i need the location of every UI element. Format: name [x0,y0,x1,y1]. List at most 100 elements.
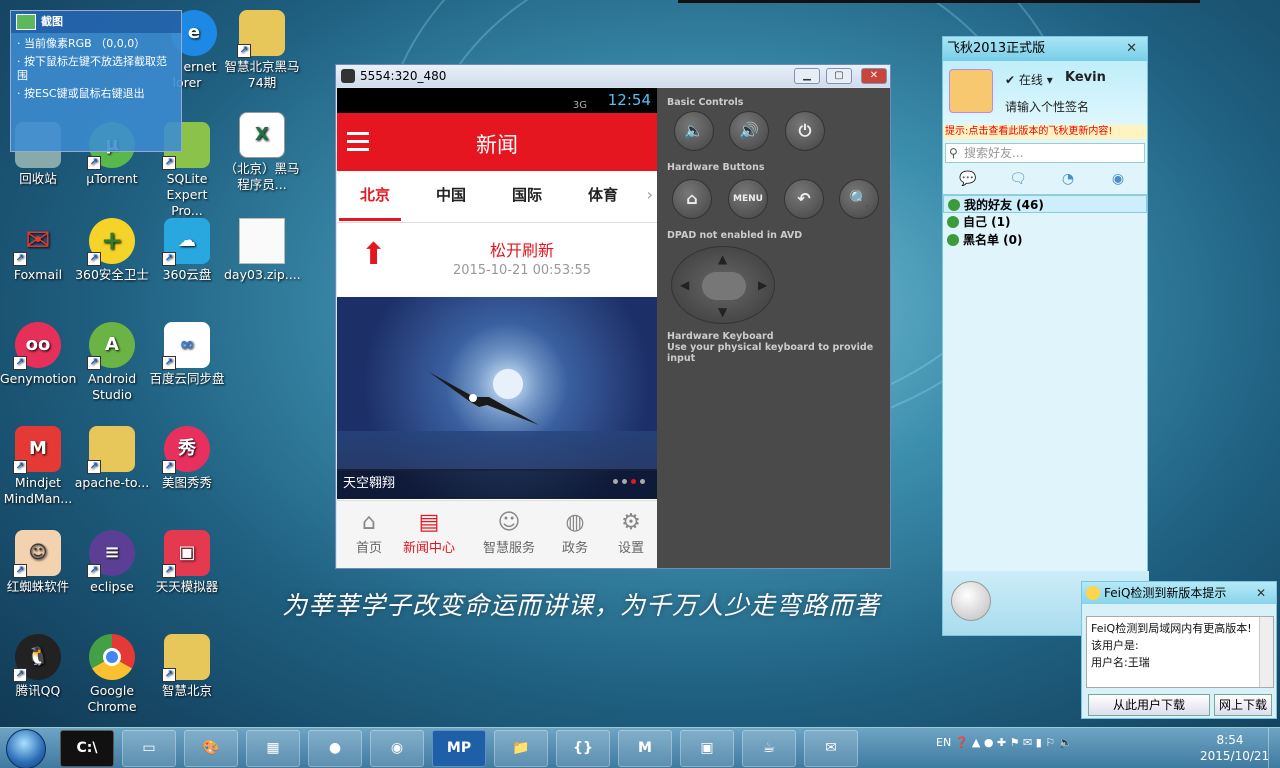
desktop-icon-baidu-sync[interactable]: ∞ ↗ 百度云同步盘 [149,322,225,387]
nav-smart-service[interactable]: ☺ 智慧服务 [477,509,541,556]
desktop-icon-meitu[interactable]: 秀 ↗ 美图秀秀 [149,426,225,491]
feiq-search-input[interactable]: ⚲ 搜索好友... [945,143,1145,163]
language-indicator[interactable]: EN [936,736,951,749]
nav-government[interactable]: ◍ 政务 [543,509,607,556]
taskbar-calculator[interactable]: ▦ [246,730,300,767]
desktop-icon-genymotion[interactable]: oo ↗ Genymotion [0,322,76,387]
taskbar-paint[interactable]: 🎨 [184,730,238,767]
tab-beijing[interactable]: 北京 [337,184,413,205]
desktop-icon-heima74[interactable]: ↗ 智慧北京黑马74期 [224,10,300,91]
desktop-icon-360-cloud[interactable]: ☁ ↗ 360云盘 [149,218,225,283]
search-hardware-button[interactable]: 🔍 [839,179,879,219]
shortcut-arrow-icon: ↗ [87,460,101,474]
desktop-icon-apache-tomcat[interactable]: ↗ apache-to... [74,426,150,491]
taskbar-android[interactable]: ▣ [680,730,734,767]
dpad-center[interactable] [702,272,746,300]
tab-international[interactable]: 国际 [489,184,565,205]
taskbar-red-app[interactable]: ● [308,730,362,767]
close-icon[interactable]: ✕ [1256,582,1266,604]
chevron-right-icon[interactable]: › [647,185,653,204]
desktop-icon-mindjet[interactable]: M ↗ Mindjet MindMan... [0,426,76,507]
desktop-icon-chrome[interactable]: Google Chrome [74,634,150,715]
taskbar-mp[interactable]: MP [432,730,486,767]
power-button[interactable]: ⏻ [785,111,825,151]
nav-settings[interactable]: ⚙ 设置 [599,509,657,556]
feiq-main-menu-icon[interactable] [951,581,991,621]
desktop-icon-eclipse[interactable]: ≡ ↗ eclipse [74,530,150,595]
shortcut-arrow-icon: ↗ [87,252,101,266]
desktop-icon-qq[interactable]: 🐧 ↗ 腾讯QQ [0,634,76,699]
tab-china[interactable]: 中国 [413,184,489,205]
tab-network-icon[interactable]: ◉ [1093,171,1143,187]
instruction-exit: · 按ESC键或鼠标右键退出 [17,87,145,100]
taskbar-mindjet[interactable]: M [618,730,672,767]
popup-scrollbar[interactable] [1259,617,1273,687]
desktop-icon-red-spider[interactable]: ☺ ↗ 红蜘蛛软件 [0,530,76,595]
dpad-control[interactable]: ▲ ▼ ◀ ▶ [671,246,775,324]
volume-down-button[interactable]: 🔈 [674,111,714,151]
taskbar-java[interactable]: ☕ [742,730,796,767]
emulator-titlebar[interactable]: 5554:320_480 ▁ ▢ ✕ [336,65,890,87]
taskbar-clock[interactable]: 8:54 2015/10/21 [1200,732,1269,764]
feiq-signature[interactable]: 请输入个性签名 [1005,98,1089,115]
desktop-icon-android-studio[interactable]: A ↗ Android Studio [74,322,150,403]
desktop-icon-zhihui-beijing[interactable]: ↗ 智慧北京 [149,634,225,699]
folder-icon: ↗ [87,426,135,474]
download-from-user-button[interactable]: 从此用户下载 [1088,694,1210,716]
help-icon[interactable]: ❓ [955,736,969,749]
desktop-icon-label: eclipse [90,579,134,594]
download-online-button[interactable]: 网上下载 [1214,694,1272,716]
tab-group-chat-icon[interactable]: 🗨 [993,171,1043,187]
feiq-titlebar[interactable]: 飞秋2013正式版 ✕ [943,37,1147,61]
shortcut-arrow-icon: ↗ [162,356,176,370]
menu-hardware-button[interactable]: MENU [728,179,768,219]
tray-app-icons[interactable]: ● ✚ ⚑ ✉ ▮ ⚐ 🔈 [984,736,1072,749]
taskbar-json-editor[interactable]: {} [556,730,610,767]
desktop-icon-label: 360安全卫士 [75,267,149,282]
nav-news-center[interactable]: ▤ 新闻中心 [397,509,461,556]
tab-group-icon[interactable]: ◔ [1043,171,1093,187]
start-button[interactable] [6,729,46,768]
taskbar-explorer[interactable]: 📁 [494,730,548,767]
close-icon[interactable]: ✕ [1126,37,1137,61]
home-hardware-button[interactable]: ⌂ [672,179,712,219]
feiq-profile: ✔ 在线 ▾ Kevin 请输入个性签名 [943,61,1147,125]
emulator-window: 5554:320_480 ▁ ▢ ✕ 3G 12:54 新闻 北京 中国 国际 … [335,64,891,569]
excel-file-icon: X [239,112,285,158]
taskbar-sticky-notes[interactable]: ▭ [122,730,176,767]
group-blacklist[interactable]: 黑名单 (0) [943,231,1147,249]
taskbar-cmd[interactable]: C:\ [60,730,114,767]
dpad-up-icon: ▲ [718,252,728,266]
desktop-icon-360-safe[interactable]: + ↗ 360安全卫士 [74,218,150,283]
eclipse-icon: ≡ ↗ [87,530,135,578]
back-hardware-button[interactable]: ↶ [784,179,824,219]
volume-up-button[interactable]: 🔊 [729,111,769,151]
desktop-icon-day03-zip[interactable]: day03.zip.... [224,218,301,283]
news-banner[interactable]: 天空翱翔 [337,297,657,499]
taskbar-chrome[interactable]: ◉ [370,730,424,767]
group-expand-icon [948,199,960,211]
desktop-icon-heima-excel[interactable]: X （北京）黑马程序员... [224,112,300,193]
tab-indicator [339,218,401,221]
desktop-icon-label: Genymotion [0,371,77,386]
nav-home[interactable]: ⌂ 首页 [337,509,401,556]
search-icon: ⚲ [949,146,958,160]
maximize-button[interactable]: ▢ [826,68,852,84]
feiq-update-notice[interactable]: 提示:点击查看此版本的飞秋更新内容! [943,125,1147,139]
tab-chat-icon[interactable]: 💬 [943,171,993,187]
desktop-icon-tiantian[interactable]: ▣ ↗ 天天模拟器 [149,530,225,595]
minimize-button[interactable]: ▁ [794,68,820,84]
tab-sports[interactable]: 体育 [565,184,641,205]
globe-icon: ◍ [565,510,585,535]
screenshot-icon [16,14,36,30]
close-button[interactable]: ✕ [861,68,887,84]
desktop-icon-foxmail[interactable]: ✉ ↗ Foxmail [0,218,76,283]
group-self[interactable]: 自己 (1) [943,213,1147,231]
tray-expand-icon[interactable]: ▲ [972,736,980,749]
group-my-friends[interactable]: 我的好友 (46) [943,195,1147,213]
show-desktop-button[interactable] [1268,728,1280,768]
taskbar-feiq[interactable]: ✉ [804,730,858,767]
avatar[interactable] [949,69,993,113]
screenshot-tool-title: 截图 [11,11,181,33]
online-status[interactable]: ✔ 在线 ▾ [1005,71,1053,88]
